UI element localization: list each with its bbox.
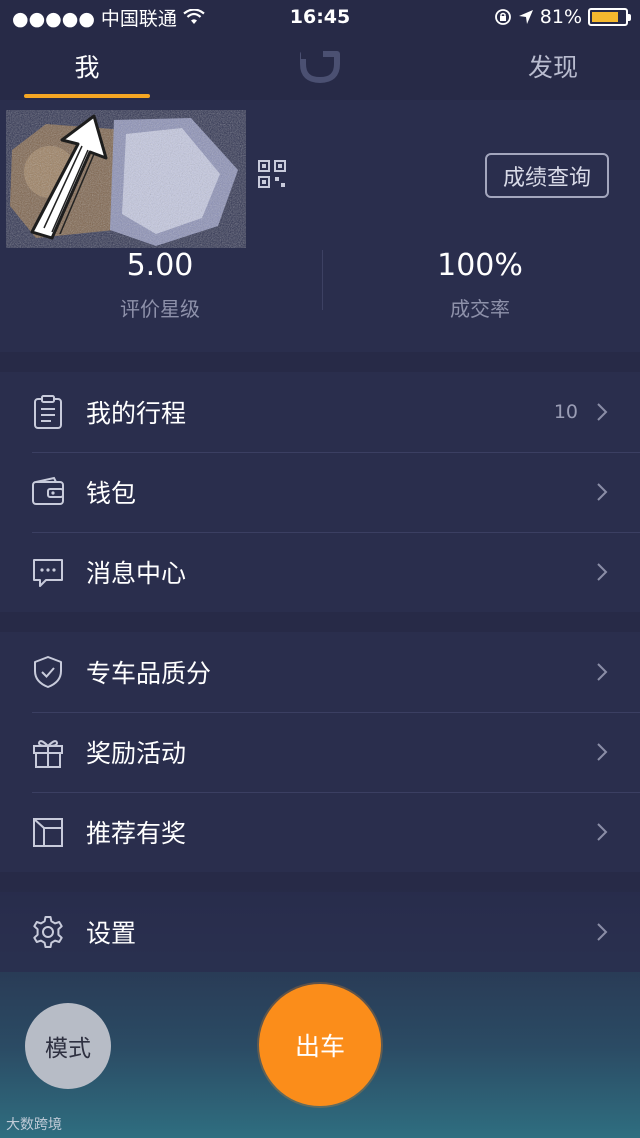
menu-label-quality-score: 专车品质分	[86, 659, 212, 688]
rating-value: 5.00	[126, 248, 194, 283]
rating-stat: 5.00 评价星级	[0, 248, 320, 322]
menu-label-message-center: 消息中心	[86, 559, 187, 588]
shield-check-icon	[34, 656, 62, 688]
tab-me[interactable]: 我	[24, 48, 150, 84]
menu-item-reward-activities[interactable]: 奖励活动	[0, 712, 640, 792]
didi-logo-icon[interactable]	[299, 50, 341, 84]
mode-button[interactable]: 模式	[25, 1003, 111, 1089]
location-arrow-icon	[518, 10, 533, 24]
chevron-right-icon	[597, 403, 608, 421]
chevron-right-icon	[597, 563, 608, 581]
box-icon	[33, 818, 63, 847]
gift-icon	[33, 740, 63, 768]
battery-level-fill	[592, 12, 618, 22]
deal-rate-value: 100%	[437, 248, 523, 283]
menu-item-message-center[interactable]: 消息中心	[0, 532, 640, 612]
menu-group-account: 我的行程 10 钱包 消息中心	[0, 372, 640, 612]
menu-group-settings: 设置	[0, 892, 640, 972]
rotation-lock-icon	[494, 9, 511, 25]
top-tab-bar: 我 发现	[0, 34, 640, 100]
chevron-right-icon	[597, 923, 608, 941]
clipboard-icon	[34, 395, 62, 429]
menu-item-settings[interactable]: 设置	[0, 892, 640, 972]
chevron-right-icon	[597, 743, 608, 761]
menu-group-activities: 专车品质分 奖励活动 推荐有奖	[0, 632, 640, 872]
battery-percent: 81%	[539, 6, 582, 28]
gear-icon	[33, 916, 63, 948]
tab-discover[interactable]: 发现	[498, 48, 608, 84]
wallet-icon	[32, 476, 64, 505]
menu-item-wallet[interactable]: 钱包	[0, 452, 640, 532]
chevron-right-icon	[597, 823, 608, 841]
start-driving-button[interactable]: 出车	[259, 984, 381, 1106]
avatar[interactable]	[6, 110, 246, 248]
carrier-label: ●●●●● 中国联通	[12, 7, 177, 30]
menu-label-my-trips: 我的行程	[86, 399, 187, 428]
deal-rate-stat: 100% 成交率	[320, 248, 640, 322]
menu-label-wallet: 钱包	[86, 479, 137, 508]
watermark-text: 大数跨境	[6, 1117, 62, 1133]
active-tab-indicator	[24, 94, 150, 98]
chevron-right-icon	[597, 663, 608, 681]
menu-label-settings: 设置	[86, 919, 137, 948]
chat-bubble-icon	[33, 559, 63, 587]
rating-label: 评价星级	[120, 297, 200, 321]
menu-item-referral-rewards[interactable]: 推荐有奖	[0, 792, 640, 872]
menu-item-my-trips[interactable]: 我的行程 10	[0, 372, 640, 452]
score-query-button[interactable]: 成绩查询	[485, 153, 609, 198]
chevron-right-icon	[597, 483, 608, 501]
menu-item-quality-score[interactable]: 专车品质分	[0, 632, 640, 712]
trip-count: 10	[553, 401, 578, 423]
menu-label-referral-rewards: 推荐有奖	[86, 819, 187, 848]
watermark: 大数跨境	[6, 1114, 62, 1134]
deal-rate-label: 成交率	[450, 297, 510, 321]
qr-code-icon[interactable]	[258, 160, 286, 188]
profile-card: 成绩查询 5.00 评价星级 100% 成交率	[0, 100, 640, 352]
menu-label-reward-activities: 奖励活动	[86, 739, 187, 768]
status-bar: ●●●●● 中国联通 16:45 81%	[0, 0, 640, 34]
wifi-icon	[183, 9, 205, 24]
battery-icon	[588, 8, 631, 26]
